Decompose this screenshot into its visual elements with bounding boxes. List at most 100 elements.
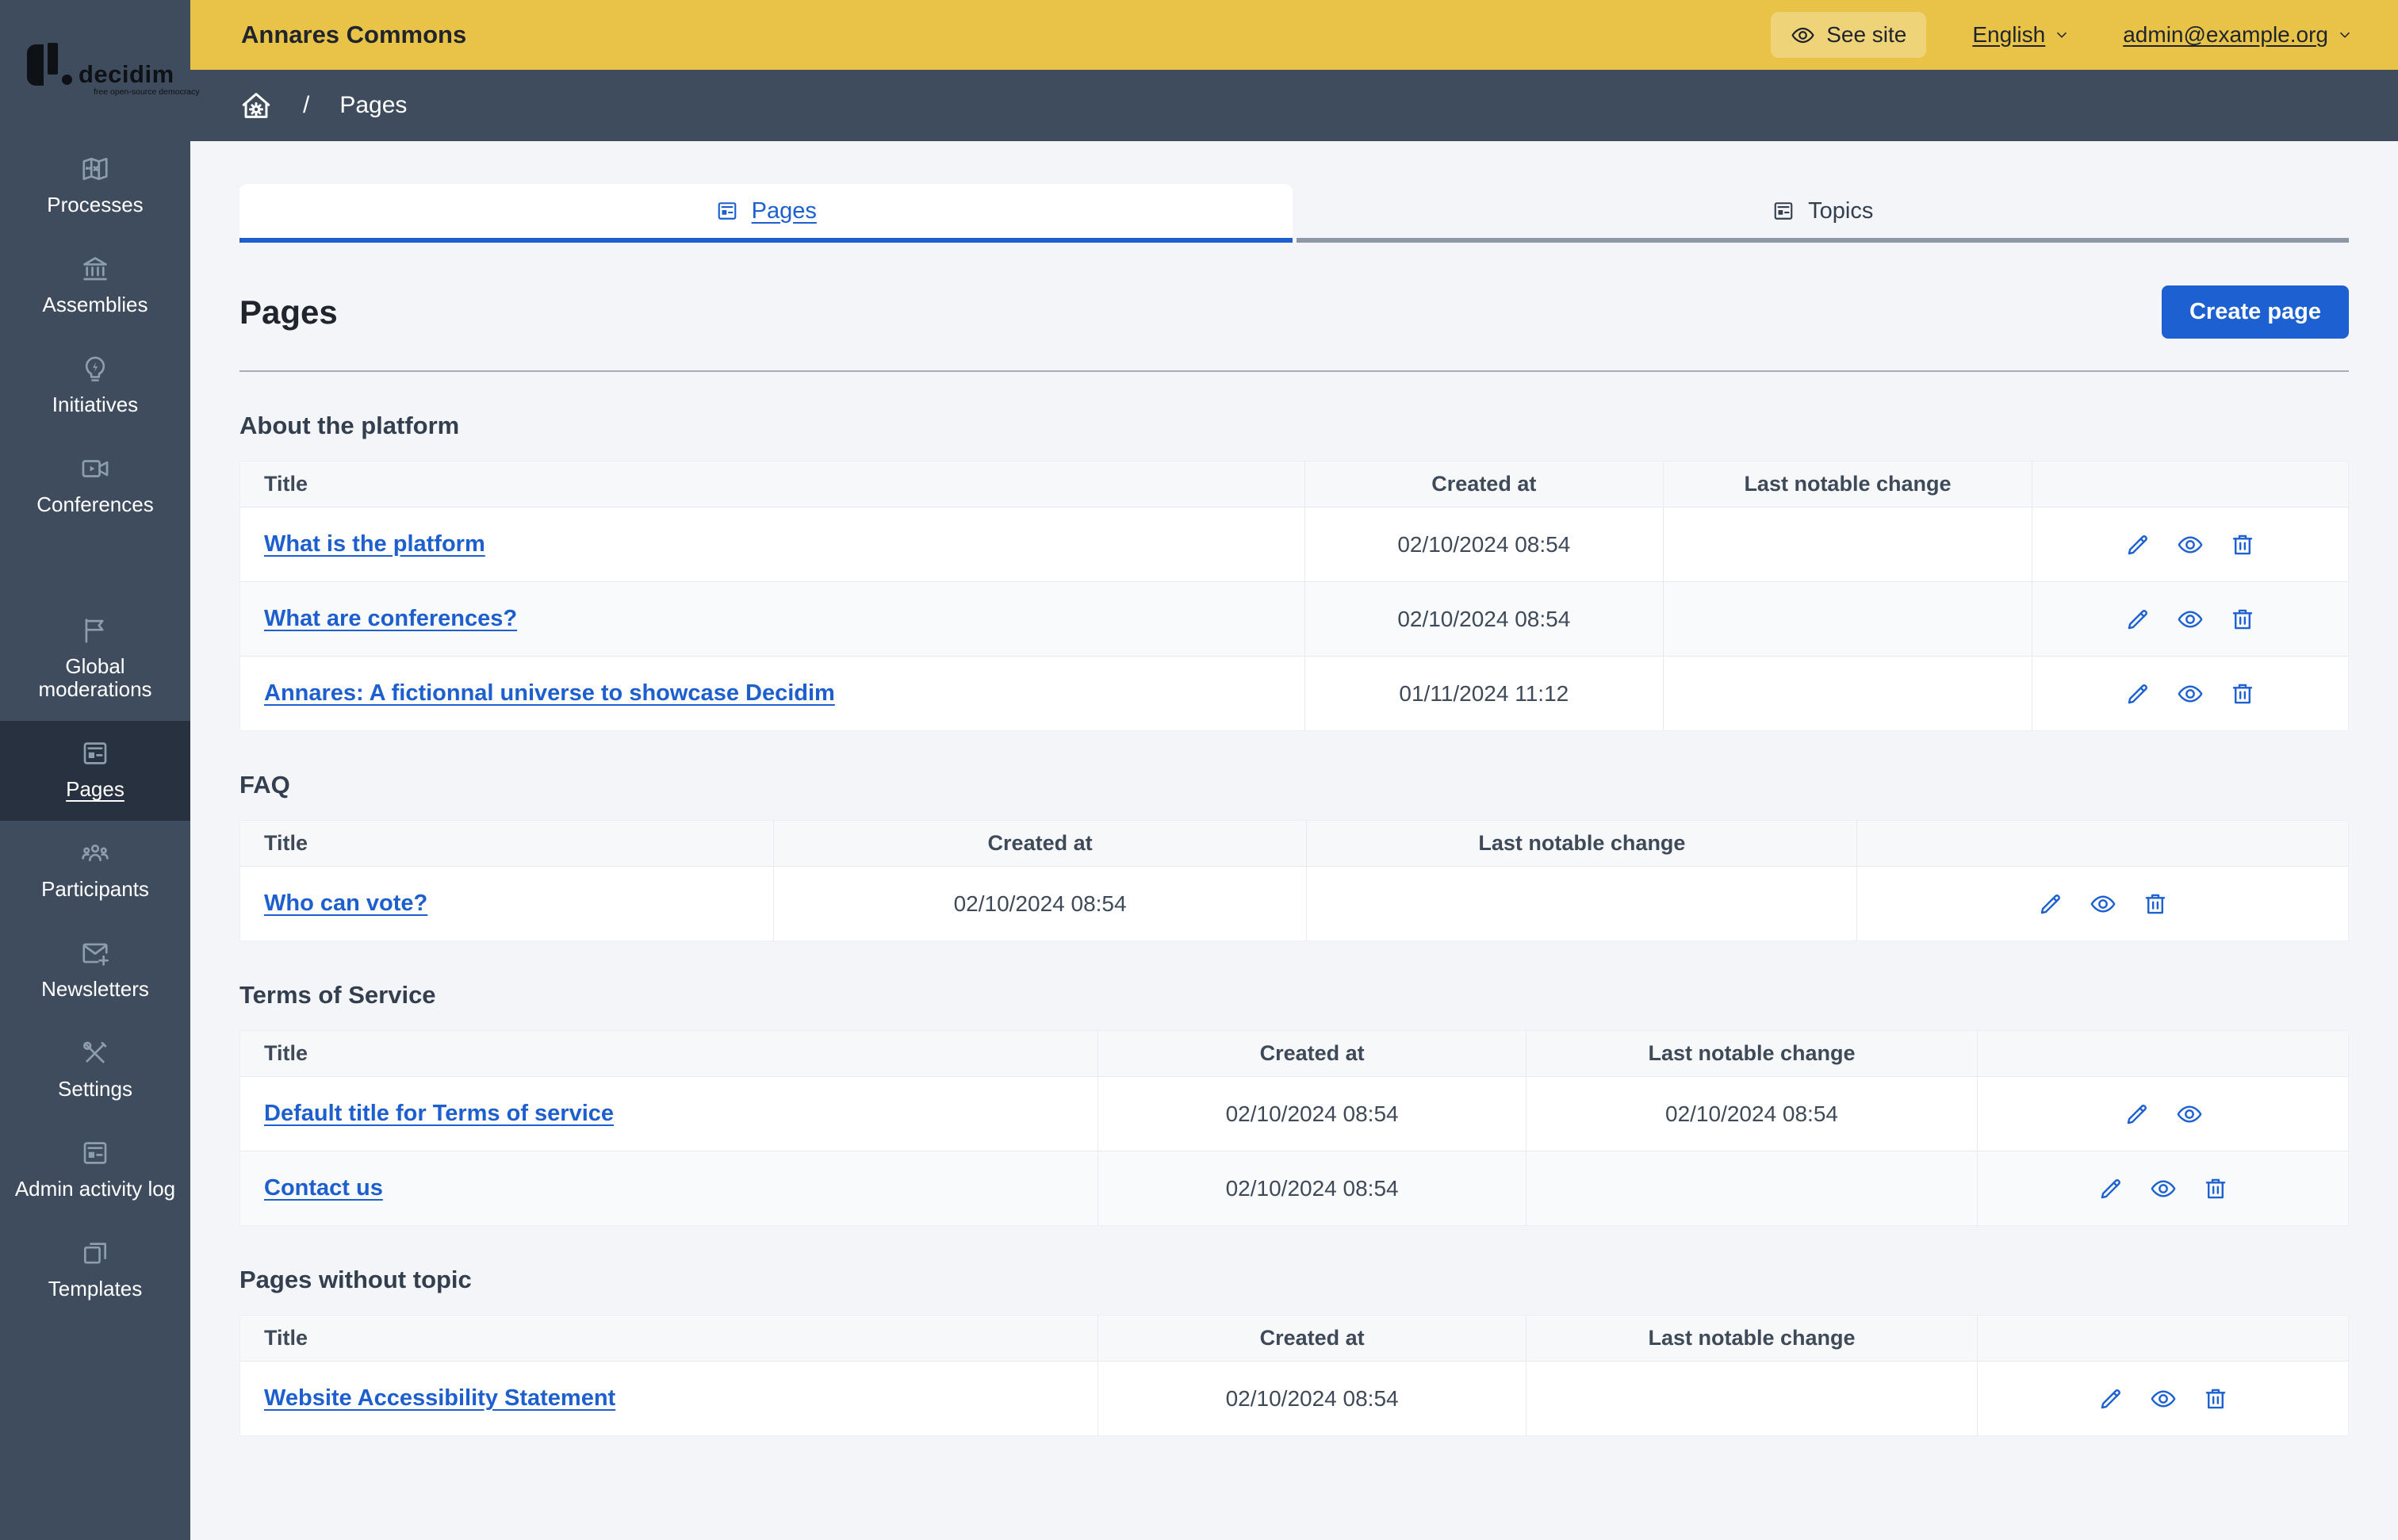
column-header: Last notable change bbox=[1525, 1030, 1978, 1077]
decidim-logo[interactable]: decidim free open-source democracy bbox=[0, 0, 200, 136]
cell-title: Website Accessibility Statement bbox=[239, 1361, 1098, 1436]
sidebar-item-initiatives[interactable]: Initiatives bbox=[0, 336, 190, 436]
preview-button[interactable] bbox=[2150, 1175, 2177, 1202]
section-title: About the platform bbox=[239, 412, 460, 439]
divider bbox=[239, 370, 2349, 372]
section-about-the-platform: About the platform Title Created at Last no… bbox=[239, 412, 2349, 731]
pages-topics-tabs: Pages Topics bbox=[239, 184, 2349, 243]
section-faq: FAQ Title Created at Last notable change Who… bbox=[239, 771, 2349, 941]
logo-wordmark: decidim bbox=[79, 60, 174, 89]
sidebar-item-participants[interactable]: Participants bbox=[0, 821, 190, 921]
sidebar-item-label: Assemblies bbox=[42, 292, 148, 316]
pages-table: Title Created at Last notable change Websit… bbox=[239, 1315, 2349, 1436]
home-gear-icon[interactable] bbox=[239, 89, 273, 122]
logo-dot bbox=[62, 75, 72, 85]
page-link[interactable]: Website Accessibility Statement bbox=[264, 1385, 615, 1411]
cell-created-at: 02/10/2024 08:54 bbox=[1097, 1361, 1527, 1436]
sidebar-item-newsletters[interactable]: Newsletters bbox=[0, 921, 190, 1021]
cell-title: Contact us bbox=[239, 1151, 1098, 1226]
sidebar-item-label: Conferences bbox=[36, 492, 154, 516]
sidebar-item-admin-activity-log[interactable]: Admin activity log bbox=[0, 1121, 190, 1220]
column-header: Created at bbox=[772, 820, 1307, 867]
cell-last-notable-change: 02/10/2024 08:54 bbox=[1525, 1076, 1978, 1151]
edit-button[interactable] bbox=[2037, 891, 2064, 917]
edit-button[interactable] bbox=[2124, 531, 2151, 558]
cell-created-at: 02/10/2024 08:54 bbox=[1304, 581, 1664, 657]
trash-icon bbox=[2229, 680, 2256, 707]
page-link[interactable]: Who can vote? bbox=[264, 891, 427, 916]
trash-icon bbox=[2202, 1175, 2229, 1202]
page-link[interactable]: Default title for Terms of service bbox=[264, 1101, 614, 1126]
cell-created-at: 02/10/2024 08:54 bbox=[1097, 1076, 1527, 1151]
sidebar-item-label: Processes bbox=[47, 193, 144, 216]
edit-button[interactable] bbox=[2124, 1101, 2151, 1128]
sidebar-item-processes[interactable]: Processes bbox=[0, 136, 190, 236]
sidebar-item-label: Newsletters bbox=[41, 977, 149, 1002]
preview-button[interactable] bbox=[2176, 1101, 2203, 1128]
column-header: Title bbox=[239, 820, 774, 867]
create-page-button[interactable]: Create page bbox=[2161, 285, 2349, 339]
column-header bbox=[1856, 820, 2349, 867]
sidebar-item-label: Pages bbox=[66, 777, 124, 802]
page-link[interactable]: What are conferences? bbox=[264, 606, 517, 631]
eye-icon bbox=[2177, 606, 2204, 633]
preview-button[interactable] bbox=[2177, 680, 2204, 707]
logo-tagline: free open-source democracy bbox=[94, 87, 200, 97]
sidebar-item-pages[interactable]: Pages bbox=[0, 721, 190, 822]
table-row: Website Accessibility Statement 02/10/202… bbox=[239, 1361, 2349, 1436]
sidebar-item-label: Settings bbox=[58, 1077, 132, 1101]
preview-button[interactable] bbox=[2150, 1385, 2177, 1412]
language-dropdown[interactable]: English bbox=[1972, 22, 2070, 48]
page-link[interactable]: Annares: A fictionnal universe to showca… bbox=[264, 680, 835, 706]
cell-actions bbox=[1977, 1151, 2349, 1226]
delete-button[interactable] bbox=[2142, 891, 2169, 917]
column-header: Created at bbox=[1097, 1315, 1527, 1362]
see-site-button[interactable]: See site bbox=[1771, 12, 1927, 58]
delete-button[interactable] bbox=[2229, 606, 2256, 633]
column-header: Created at bbox=[1097, 1030, 1527, 1077]
column-header: Created at bbox=[1304, 461, 1664, 508]
map-icon bbox=[80, 154, 110, 184]
delete-button[interactable] bbox=[2229, 531, 2256, 558]
page-title: Pages bbox=[239, 293, 338, 331]
file-copy-icon bbox=[80, 1238, 110, 1268]
section-title: Terms of Service bbox=[239, 981, 436, 1009]
cell-actions bbox=[1977, 1361, 2349, 1436]
cell-actions bbox=[1856, 866, 2349, 941]
delete-button[interactable] bbox=[2229, 680, 2256, 707]
account-dropdown[interactable]: admin@example.org bbox=[2123, 22, 2354, 48]
cell-last-notable-change bbox=[1525, 1151, 1978, 1226]
cell-actions bbox=[2032, 656, 2349, 731]
edit-button[interactable] bbox=[2124, 680, 2151, 707]
table-row: What are conferences? 02/10/2024 08:54 bbox=[239, 581, 2349, 657]
sidebar-item-assemblies[interactable]: Assemblies bbox=[0, 236, 190, 336]
edit-button[interactable] bbox=[2097, 1385, 2124, 1412]
chevron-down-icon bbox=[2053, 26, 2070, 44]
sidebar-item-templates[interactable]: Templates bbox=[0, 1220, 190, 1320]
preview-button[interactable] bbox=[2177, 531, 2204, 558]
delete-button[interactable] bbox=[2202, 1175, 2229, 1202]
sidebar-item-label: Admin activity log bbox=[14, 1176, 176, 1201]
edit-button[interactable] bbox=[2097, 1175, 2124, 1202]
pencil-icon bbox=[2097, 1175, 2124, 1202]
column-header: Last notable change bbox=[1306, 820, 1857, 867]
preview-button[interactable] bbox=[2177, 606, 2204, 633]
pencil-icon bbox=[2037, 891, 2064, 917]
tab-label: Topics bbox=[1808, 197, 1874, 224]
organization-title: Annares Commons bbox=[241, 21, 467, 48]
edit-button[interactable] bbox=[2124, 606, 2151, 633]
logo-shape bbox=[27, 44, 44, 86]
column-header: Title bbox=[239, 1315, 1098, 1362]
page-link[interactable]: Contact us bbox=[264, 1175, 383, 1201]
page-link[interactable]: What is the platform bbox=[264, 531, 485, 557]
cell-last-notable-change bbox=[1662, 656, 2032, 731]
preview-button[interactable] bbox=[2090, 891, 2116, 917]
sidebar-item-settings[interactable]: Settings bbox=[0, 1021, 190, 1121]
delete-button[interactable] bbox=[2202, 1385, 2229, 1412]
tab-topics[interactable]: Topics bbox=[1296, 184, 2349, 243]
sidebar-item-conferences[interactable]: Conferences bbox=[0, 436, 190, 536]
tab-pages[interactable]: Pages bbox=[239, 184, 1293, 243]
cell-last-notable-change bbox=[1662, 581, 2032, 657]
table-row: Default title for Terms of service 02/10/… bbox=[239, 1076, 2349, 1151]
sidebar-item-global-moderations[interactable]: Global moderations bbox=[0, 598, 190, 722]
